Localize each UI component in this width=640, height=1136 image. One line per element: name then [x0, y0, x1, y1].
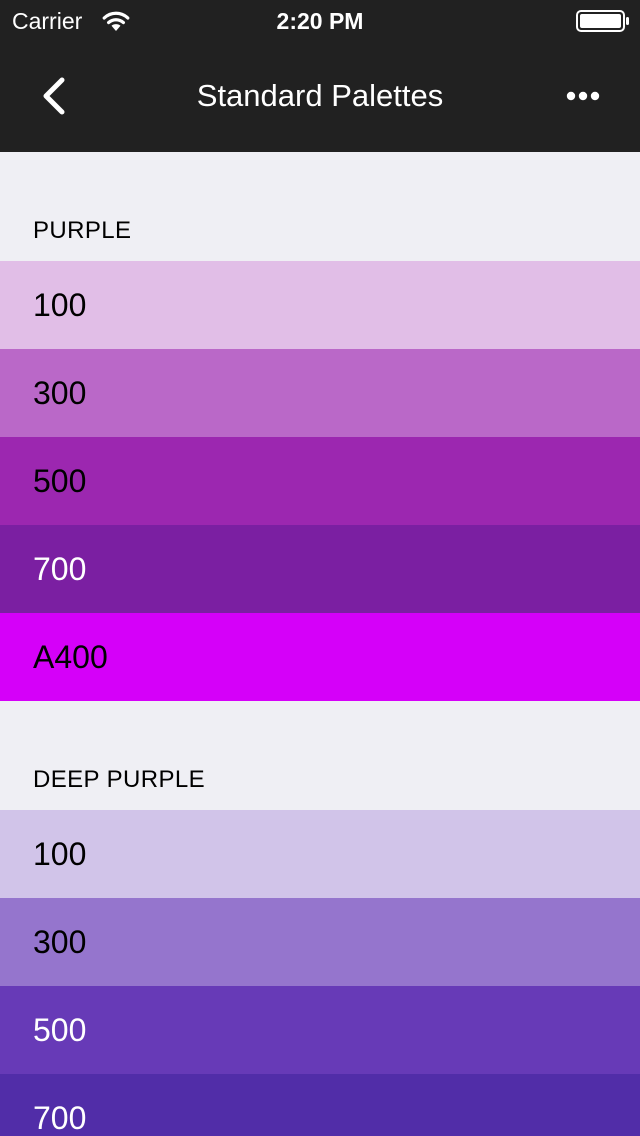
swatch-label: 500 — [33, 463, 87, 499]
swatch-label: 300 — [33, 924, 87, 960]
swatch-row[interactable]: 100 — [0, 261, 640, 349]
swatch-row[interactable]: 500 — [0, 437, 640, 525]
swatch-row[interactable]: 100 — [0, 810, 640, 898]
navigation-bar: Standard Palettes — [0, 40, 640, 152]
status-bar: Carrier 2:20 PM — [0, 0, 640, 40]
section-header-deep-purple: DEEP PURPLE — [0, 701, 640, 810]
swatch-label: 700 — [33, 1100, 87, 1136]
swatch-row[interactable]: 500 — [0, 986, 640, 1074]
more-options-button[interactable] — [556, 76, 612, 116]
more-horizontal-icon — [566, 91, 600, 101]
swatch-row[interactable]: 700 — [0, 525, 640, 613]
status-time: 2:20 PM — [276, 8, 364, 34]
palette-list[interactable]: PURPLE 100 300 500 700 A400 DEEP PURPLE … — [0, 152, 640, 1136]
swatch-label: 300 — [33, 375, 87, 411]
swatch-label: 100 — [33, 836, 87, 872]
swatch-row[interactable]: A400 — [0, 613, 640, 701]
section-title: DEEP PURPLE — [33, 766, 206, 793]
swatch-label: 700 — [33, 551, 87, 587]
swatch-row[interactable]: 300 — [0, 898, 640, 986]
swatch-row[interactable]: 300 — [0, 349, 640, 437]
page-title: Standard Palettes — [196, 78, 444, 113]
swatch-label: 500 — [33, 1012, 87, 1048]
swatch-label: A400 — [33, 639, 108, 675]
section-header-purple: PURPLE — [0, 152, 640, 261]
swatch-label: 100 — [33, 287, 87, 323]
section-title: PURPLE — [33, 217, 132, 244]
swatch-row[interactable]: 700 — [0, 1074, 640, 1136]
battery-icon — [576, 10, 630, 32]
